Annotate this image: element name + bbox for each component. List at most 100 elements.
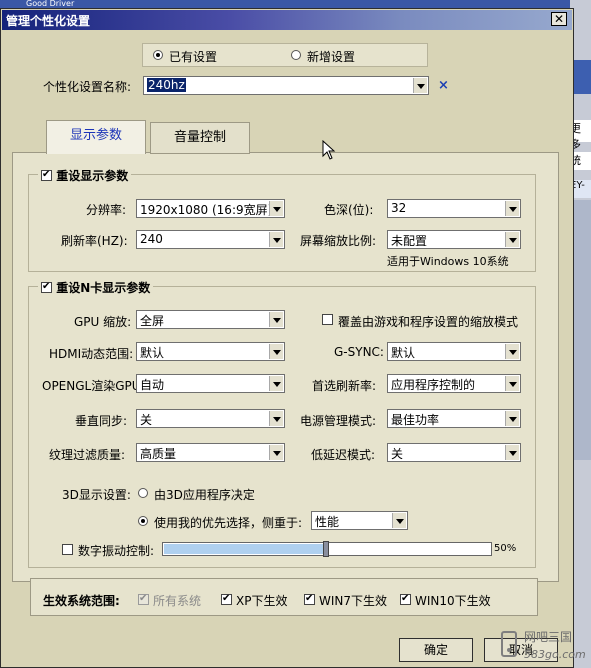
watermark-text: 网吧三国 (524, 630, 573, 644)
radio-new-label: 新增设置 (307, 50, 356, 64)
digital-vibrance-slider[interactable] (162, 541, 492, 557)
scaling-note: 适用于Windows 10系统 (387, 255, 509, 268)
refresh-rate-label: 刷新率(HZ): (61, 234, 128, 248)
vsync-value: 关 (140, 413, 153, 427)
hdmi-range-label: HDMI动态范围: (49, 347, 134, 361)
chevron-down-icon[interactable] (505, 411, 519, 426)
radio-existing-label: 已有设置 (169, 50, 218, 64)
scaling-label: 屏幕缩放比例: (300, 234, 377, 248)
refresh-rate-value: 240 (140, 232, 163, 246)
override-scaling-label: 覆盖由游戏和程序设置的缩放模式 (338, 315, 519, 329)
chevron-down-icon[interactable] (392, 513, 406, 528)
scaling-dropdown[interactable]: 未配置 (387, 230, 521, 249)
texture-quality-value: 高质量 (140, 447, 177, 461)
watermark: 网吧三国 583go.com (498, 622, 591, 668)
title-bar: 管理个性化设置 ✕ (2, 10, 572, 30)
scope-xp-label: XP下生效 (236, 594, 288, 608)
mouse-cursor-icon (322, 140, 336, 160)
radio-3d-pref-label: 使用我的优先选择，侧重于: (154, 516, 303, 530)
low-latency-value: 关 (391, 447, 404, 461)
preferred-refresh-dropdown[interactable]: 应用程序控制的 (387, 374, 521, 393)
texture-quality-label: 纹理过滤质量: (49, 448, 126, 462)
radio-3d-my-preference[interactable] (138, 516, 148, 526)
scope-all-label: 所有系统 (153, 594, 202, 608)
profile-name-label: 个性化设置名称: (43, 80, 132, 94)
close-button[interactable]: ✕ (551, 12, 567, 26)
gpu-scaling-label: GPU 缩放: (74, 315, 132, 329)
apply-scope-label: 生效系统范围: (43, 594, 120, 608)
chevron-down-icon[interactable] (269, 312, 283, 327)
chevron-down-icon[interactable] (269, 411, 283, 426)
scope-win10-checkbox[interactable] (400, 592, 411, 606)
chevron-down-icon[interactable] (269, 344, 283, 359)
chevron-down-icon[interactable] (269, 232, 283, 247)
slider-fill (164, 544, 327, 554)
reset-display-checkbox[interactable] (41, 168, 52, 182)
vsync-dropdown[interactable]: 关 (136, 409, 285, 428)
reset-nvidia-title: 重设N卡显示参数 (56, 281, 151, 295)
chevron-down-icon[interactable] (269, 201, 283, 216)
low-latency-label: 低延迟模式: (311, 448, 376, 462)
gpu-scaling-dropdown[interactable]: 全屏 (136, 310, 285, 329)
chevron-down-icon[interactable] (505, 445, 519, 460)
digital-vibrance-label: 数字振动控制: (78, 544, 155, 558)
preferred-refresh-value: 应用程序控制的 (391, 378, 476, 392)
preferred-refresh-label: 首选刷新率: (312, 379, 377, 393)
hdmi-range-dropdown[interactable]: 默认 (136, 342, 285, 361)
color-depth-label: 色深(位): (324, 203, 374, 217)
power-mode-label: 电源管理模式: (300, 414, 377, 428)
scope-win7-label: WIN7下生效 (319, 594, 388, 608)
gpu-scaling-value: 全屏 (140, 314, 165, 328)
opengl-gpu-label: OPENGL渲染GPU: (42, 379, 145, 393)
power-mode-dropdown[interactable]: 最佳功率 (387, 409, 521, 428)
profile-name-value: 240hz (147, 78, 186, 92)
scope-win10-label: WIN10下生效 (415, 594, 491, 608)
resolution-label: 分辨率: (86, 203, 127, 217)
reset-nvidia-header: 重设N卡显示参数 (38, 279, 154, 296)
color-depth-value: 32 (391, 201, 407, 215)
chevron-down-icon[interactable] (505, 232, 519, 247)
chevron-down-icon[interactable] (269, 445, 283, 460)
radio-new-profile[interactable] (291, 50, 301, 60)
watermark-url: 583go.com (524, 648, 586, 661)
resolution-dropdown[interactable]: 1920x1080 (16:9宽屏) (136, 199, 285, 218)
reset-nvidia-checkbox[interactable] (41, 280, 52, 294)
radio-3d-app-decides[interactable] (138, 488, 148, 498)
vsync-label: 垂直同步: (75, 414, 128, 428)
tab-volume-control[interactable]: 音量控制 (150, 122, 250, 154)
gsync-label: G-SYNC: (334, 345, 384, 359)
opengl-gpu-dropdown[interactable]: 自动 (136, 374, 285, 393)
color-depth-dropdown[interactable]: 32 (387, 199, 521, 218)
slider-thumb[interactable] (323, 541, 329, 557)
chevron-down-icon[interactable] (505, 201, 519, 216)
opengl-gpu-value: 自动 (140, 378, 165, 392)
gsync-value: 默认 (391, 346, 416, 360)
display-3d-label: 3D显示设置: (62, 488, 131, 502)
texture-quality-dropdown[interactable]: 高质量 (136, 443, 285, 462)
reset-display-title: 重设显示参数 (56, 169, 129, 183)
chevron-down-icon[interactable] (413, 78, 427, 93)
chevron-down-icon[interactable] (505, 344, 519, 359)
chevron-down-icon[interactable] (269, 376, 283, 391)
scope-xp-checkbox[interactable] (221, 592, 232, 606)
delete-profile-icon[interactable]: × (438, 78, 449, 93)
radio-3d-app-label: 由3D应用程序决定 (154, 488, 255, 502)
profile-name-dropdown[interactable]: 240hz (143, 76, 429, 95)
3d-preference-dropdown[interactable]: 性能 (311, 511, 408, 530)
scaling-value: 未配置 (391, 234, 428, 248)
ok-button[interactable]: 确定 (399, 638, 473, 662)
low-latency-dropdown[interactable]: 关 (387, 443, 521, 462)
tab-display-params[interactable]: 显示参数 (46, 120, 146, 154)
scope-all-checkbox (138, 592, 149, 606)
gsync-dropdown[interactable]: 默认 (387, 342, 521, 361)
profile-mode-group: 已有设置 新增设置 (142, 43, 428, 67)
override-scaling-checkbox[interactable] (322, 314, 333, 325)
digital-vibrance-checkbox[interactable] (62, 544, 73, 555)
chevron-down-icon[interactable] (505, 376, 519, 391)
scope-win7-checkbox[interactable] (304, 592, 315, 606)
radio-existing-profile[interactable] (153, 50, 163, 60)
3d-preference-value: 性能 (315, 515, 340, 529)
digital-vibrance-value: 50% (494, 543, 517, 554)
refresh-rate-dropdown[interactable]: 240 (136, 230, 285, 249)
resolution-value: 1920x1080 (16:9宽屏) (140, 203, 273, 217)
